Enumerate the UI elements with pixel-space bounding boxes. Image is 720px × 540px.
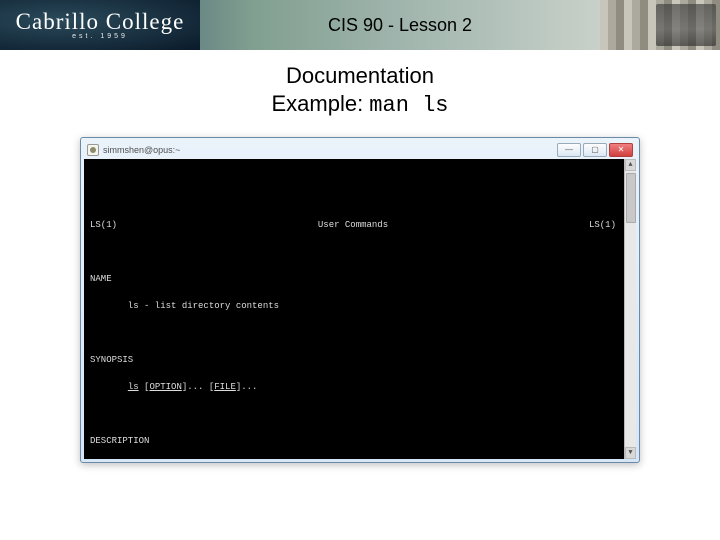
subtitle-command: man ls — [369, 93, 448, 118]
close-button[interactable]: ✕ — [609, 143, 633, 157]
scroll-thumb[interactable] — [626, 173, 636, 223]
man-section-name: NAME — [90, 273, 616, 287]
terminal-window: simmshen@opus:~ — ▢ ✕ ▲ ▼ LS(1) User Comm… — [80, 137, 640, 463]
scroll-up-button[interactable]: ▲ — [625, 159, 636, 171]
terminal-content: LS(1) User Commands LS(1) NAME ls - list d… — [90, 206, 630, 460]
window-titlebar[interactable]: simmshen@opus:~ — ▢ ✕ — [84, 141, 636, 159]
window-buttons: — ▢ ✕ — [557, 143, 633, 157]
window-frame: simmshen@opus:~ — ▢ ✕ ▲ ▼ LS(1) User Comm… — [80, 137, 640, 463]
subtitle-line2: Example: man ls — [0, 90, 720, 120]
scroll-down-button[interactable]: ▼ — [625, 447, 636, 459]
terminal-scrollbar[interactable]: ▲ ▼ — [624, 159, 636, 459]
subtitle-line1: Documentation — [0, 62, 720, 90]
man-header-center: User Commands — [318, 219, 388, 233]
window-title: simmshen@opus:~ — [103, 145, 557, 155]
terminal-body[interactable]: ▲ ▼ LS(1) User Commands LS(1) NAME ls - li… — [84, 159, 636, 459]
man-name-line: ls - list directory contents — [90, 300, 616, 314]
man-header-left: LS(1) — [90, 219, 117, 233]
minimize-button[interactable]: — — [557, 143, 581, 157]
man-header-right: LS(1) — [589, 219, 616, 233]
putty-icon — [87, 144, 99, 156]
maximize-button[interactable]: ▢ — [583, 143, 607, 157]
logo-text: Cabrillo College — [16, 10, 185, 33]
slide-subtitle: Documentation Example: man ls — [0, 62, 720, 119]
man-section-synopsis: SYNOPSIS — [90, 354, 616, 368]
slide-course-title: CIS 90 - Lesson 2 — [200, 15, 720, 36]
man-synopsis-line: ls [OPTION]... [FILE]... — [90, 381, 616, 395]
college-logo: Cabrillo College est. 1959 — [0, 0, 200, 50]
slide-header: Cabrillo College est. 1959 CIS 90 - Less… — [0, 0, 720, 50]
man-header-row: LS(1) User Commands LS(1) — [90, 219, 616, 233]
logo-subtext: est. 1959 — [72, 33, 128, 40]
man-section-description: DESCRIPTION — [90, 435, 616, 449]
